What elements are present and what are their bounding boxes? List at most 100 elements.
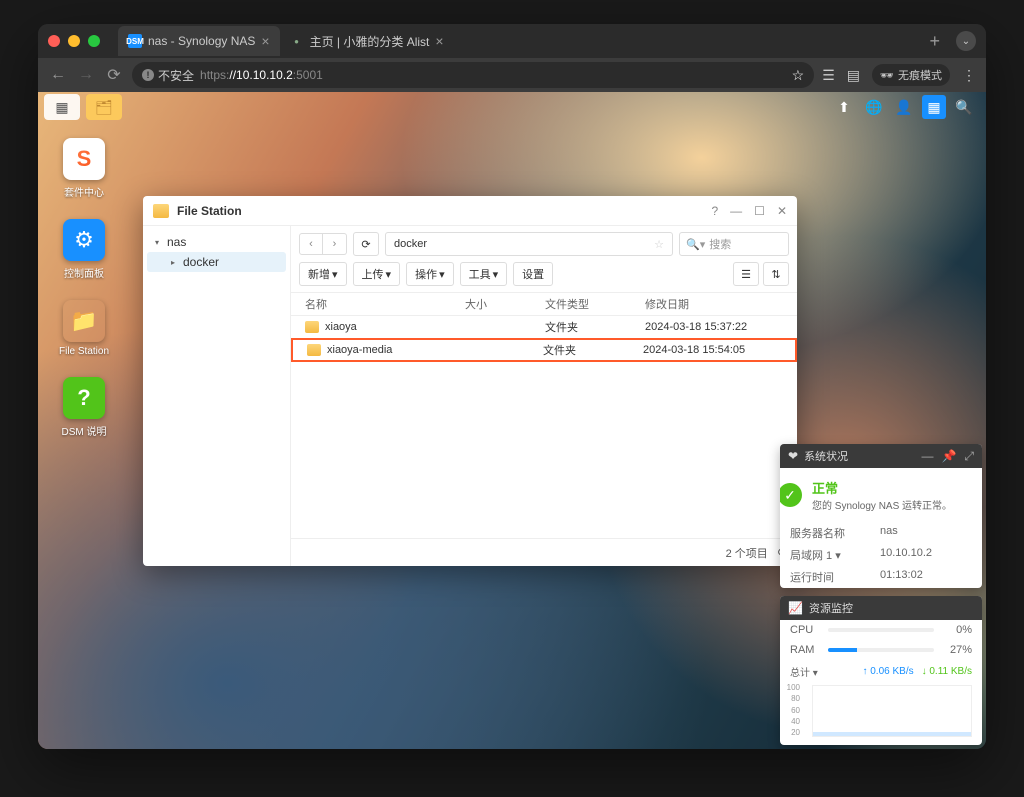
url-text: https://10.10.10.2:5001	[200, 68, 323, 82]
health-title: 系统状况	[804, 448, 848, 464]
reader-icon[interactable]: ▤	[847, 67, 860, 84]
tree-root[interactable]: ▾ nas	[147, 232, 286, 252]
path-input[interactable]: docker ☆	[385, 232, 673, 256]
desktop-icon-label: File Station	[59, 346, 109, 357]
fs-sidebar: ▾ nas ▸ docker	[143, 226, 291, 566]
net-label[interactable]: 总计 ▾	[790, 664, 818, 679]
col-date[interactable]: 修改日期	[645, 296, 789, 312]
bookmark-star-icon[interactable]: ☆	[792, 67, 805, 84]
url-box[interactable]: ! 不安全 https://10.10.10.2:5001 ☆	[132, 62, 814, 88]
network-chart	[812, 685, 972, 737]
nav-back-forward: ‹ ›	[299, 233, 347, 255]
close-button[interactable]: ✕	[777, 204, 787, 218]
tree-item-docker[interactable]: ▸ docker	[147, 252, 286, 272]
refresh-button[interactable]: ⟳	[353, 232, 379, 256]
reload-button[interactable]: ⟳	[104, 65, 124, 85]
desktop-icon-label: 套件中心	[64, 184, 104, 199]
col-name[interactable]: 名称	[299, 296, 465, 312]
kv-value: nas	[880, 525, 972, 541]
tools-button[interactable]: 工具▾	[460, 262, 508, 286]
table-row[interactable]: xiaoya文件夹2024-03-18 15:37:22	[291, 316, 797, 338]
nav-back-button[interactable]: ‹	[299, 233, 323, 255]
col-type[interactable]: 文件类型	[545, 296, 645, 312]
widget-expand-icon[interactable]: ⤢	[964, 449, 974, 464]
insecure-label: 不安全	[158, 67, 194, 84]
resource-title: 资源监控	[809, 600, 853, 616]
search-placeholder: 搜索	[709, 236, 731, 252]
desktop-icon[interactable]: ⚙ 控制面板	[52, 219, 116, 280]
desktop-icon-label: 控制面板	[64, 265, 104, 280]
file-type: 文件夹	[543, 342, 643, 358]
insecure-badge[interactable]: ! 不安全	[142, 67, 194, 84]
table-row[interactable]: xiaoya-media文件夹2024-03-18 15:54:05	[291, 338, 797, 362]
fs-title: File Station	[177, 204, 242, 218]
back-button[interactable]: ←	[48, 66, 68, 84]
net-dn: 0.11 KB/s	[929, 666, 972, 677]
maximize-window-dot[interactable]	[88, 35, 100, 47]
browser-tab[interactable]: DSMnas - Synology NAS×	[118, 26, 280, 56]
upload-tray-icon[interactable]: ⬆	[832, 95, 856, 119]
dsm-desktop: ▦ 🗂 ⬆ 🌐 👤 ▦ 🔍 S套件中心 ⚙ 控制面板 📁File Station ?DS…	[38, 92, 986, 749]
widget-minimize-icon[interactable]: —	[921, 449, 933, 464]
settings-button[interactable]: 设置	[513, 262, 553, 286]
tab-close-icon[interactable]: ×	[261, 33, 269, 49]
y-label: 100	[780, 683, 800, 692]
search-input[interactable]: 🔍▾ 搜索	[679, 232, 789, 256]
create-button[interactable]: 新增▾	[299, 262, 347, 286]
path-star-icon[interactable]: ☆	[654, 238, 664, 251]
dashboard-tray-icon[interactable]: ▦	[922, 95, 946, 119]
favicon: ●	[290, 34, 304, 48]
operations-button[interactable]: 操作▾	[406, 262, 454, 286]
tab-label: nas - Synology NAS	[148, 34, 255, 48]
net-up: 0.06 KB/s	[870, 666, 913, 677]
world-tray-icon[interactable]: 🌐	[862, 95, 886, 119]
resource-widget: 📈 资源监控 CPU0%RAM27% 总计 ▾ ↑ 0.06 KB/s ↓ 0.…	[780, 596, 982, 745]
health-widget: ❤ 系统状况 —📌⤢ ✓ 正常 您的 Synology NAS 运转正常。 服务…	[780, 444, 982, 588]
y-label: 60	[780, 706, 800, 715]
fs-titlebar: File Station ? — ☐ ✕	[143, 196, 797, 226]
col-size[interactable]: 大小	[465, 296, 545, 312]
customize-icon[interactable]: ☰	[822, 67, 835, 84]
maximize-button[interactable]: ☐	[754, 204, 765, 218]
minimize-window-dot[interactable]	[68, 35, 80, 47]
resource-row: CPU0%	[780, 620, 982, 640]
close-window-dot[interactable]	[48, 35, 60, 47]
incognito-badge[interactable]: 🕶 无痕模式	[872, 64, 950, 86]
item-count: 2 个项目	[726, 545, 768, 561]
help-button[interactable]: ?	[711, 204, 718, 218]
view-list-button[interactable]: ☰	[733, 262, 759, 286]
tree-item-label: docker	[183, 255, 219, 269]
desktop-icon[interactable]: ?DSM 说明	[52, 377, 116, 438]
kv-key: 局域网 1 ▾	[790, 547, 880, 563]
sort-button[interactable]: ⇅	[763, 262, 789, 286]
res-value: 0%	[942, 624, 972, 636]
kv-key: 运行时间	[790, 569, 880, 585]
path-text: docker	[394, 238, 427, 250]
desktop-icon[interactable]: S套件中心	[52, 138, 116, 199]
app-icon: ?	[77, 385, 90, 411]
health-row: 局域网 1 ▾10.10.10.2	[780, 544, 982, 566]
tab-close-icon[interactable]: ×	[435, 33, 443, 49]
forward-button[interactable]: →	[76, 66, 96, 84]
window-traffic-lights[interactable]	[48, 35, 100, 47]
minimize-button[interactable]: —	[730, 204, 742, 218]
app-icon: ⚙	[74, 227, 94, 253]
nav-forward-button[interactable]: ›	[323, 233, 347, 255]
search-tray-icon[interactable]: 🔍	[952, 95, 976, 119]
widget-pin-icon[interactable]: 📌	[941, 449, 956, 464]
new-tab-button[interactable]: +	[921, 31, 948, 52]
file-station-taskbar-button[interactable]: 🗂	[86, 94, 122, 120]
widget-panel: ❤ 系统状况 —📌⤢ ✓ 正常 您的 Synology NAS 运转正常。 服务…	[780, 444, 986, 749]
main-menu-button[interactable]: ▦	[44, 94, 80, 120]
desktop-icon[interactable]: 📁File Station	[52, 300, 116, 357]
user-tray-icon[interactable]: 👤	[892, 95, 916, 119]
browser-menu-icon[interactable]: ⋮	[962, 67, 976, 84]
upload-button[interactable]: 上传▾	[353, 262, 401, 286]
kv-value: 10.10.10.2	[880, 547, 972, 563]
browser-tab[interactable]: ●主页 | 小雅的分类 Alist×	[280, 26, 454, 56]
file-name: xiaoya	[325, 321, 357, 333]
folder-icon	[307, 344, 321, 356]
tabs-overflow-button[interactable]: ⌄	[956, 31, 976, 51]
y-label: 80	[780, 694, 800, 703]
browser-toolbar-icons: ☰ ▤ 🕶 无痕模式 ⋮	[822, 64, 976, 86]
